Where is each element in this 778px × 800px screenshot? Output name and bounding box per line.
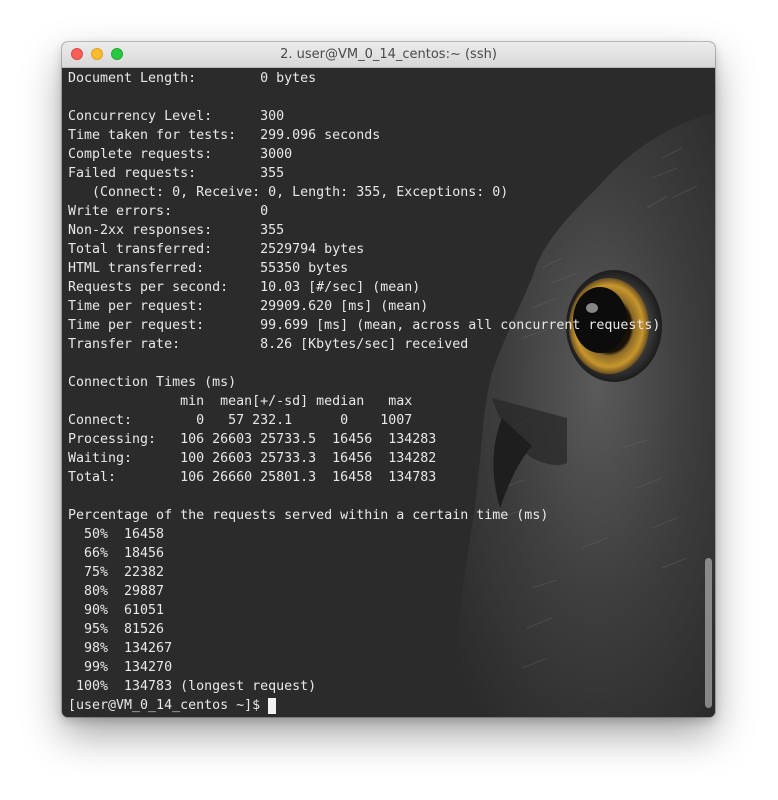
window-title: 2. user@VM_0_14_centos:~ (ssh) <box>280 47 497 62</box>
terminal-line: HTML transferred: 55350 bytes <box>68 261 349 276</box>
title-bar[interactable]: 2. user@VM_0_14_centos:~ (ssh) <box>62 42 715 68</box>
terminal-line: Document Length: 0 bytes <box>68 71 317 86</box>
shell-prompt: [user@VM_0_14_centos ~]$ <box>68 698 261 713</box>
shell-prompt-line[interactable]: [user@VM_0_14_centos ~]$ <box>68 696 660 715</box>
terminal-line: 80% 29887 <box>68 584 165 599</box>
terminal-line: 100% 134783 (longest request) <box>68 679 317 694</box>
terminal-line: (Connect: 0, Receive: 0, Length: 355, Ex… <box>68 185 509 200</box>
terminal-line: 50% 16458 <box>68 527 165 542</box>
text-cursor <box>268 697 277 714</box>
terminal-window: 2. user@VM_0_14_centos:~ (ssh) Document … <box>62 42 715 717</box>
terminal-line: Connection Times (ms) <box>68 375 237 390</box>
terminal-line: Failed requests: 355 <box>68 166 285 181</box>
terminal-line: Requests per second: 10.03 [#/sec] (mean… <box>68 280 421 295</box>
scrollbar[interactable] <box>705 558 712 708</box>
terminal-line: Complete requests: 3000 <box>68 147 293 162</box>
terminal-line: 98% 134267 <box>68 641 173 656</box>
terminal-line: Time per request: 29909.620 [ms] (mean) <box>68 299 429 314</box>
terminal-output: Document Length: 0 bytes Concurrency Leve… <box>68 69 660 715</box>
terminal-line: Concurrency Level: 300 <box>68 109 285 124</box>
terminal-line: 66% 18456 <box>68 546 165 561</box>
terminal-line: Percentage of the requests served within… <box>68 508 549 523</box>
terminal-line: 75% 22382 <box>68 565 165 580</box>
terminal-line: Non-2xx responses: 355 <box>68 223 285 238</box>
terminal-line: Transfer rate: 8.26 [Kbytes/sec] receive… <box>68 337 469 352</box>
terminal-line: Waiting: 100 26603 25733.3 16456 134282 <box>68 451 437 466</box>
terminal-line: Write errors: 0 <box>68 204 269 219</box>
terminal-line: Total transferred: 2529794 bytes <box>68 242 365 257</box>
terminal-line: Connect: 0 57 232.1 0 1007 <box>68 413 413 428</box>
terminal-line: 90% 61051 <box>68 603 165 618</box>
terminal-line: Total: 106 26660 25801.3 16458 134783 <box>68 470 437 485</box>
terminal-line: Processing: 106 26603 25733.5 16456 1342… <box>68 432 437 447</box>
terminal-line: Time taken for tests: 299.096 seconds <box>68 128 381 143</box>
terminal-line: min mean[+/-sd] median max <box>68 394 413 409</box>
terminal-line: 99% 134270 <box>68 660 173 675</box>
terminal-line: Time per request: 99.699 [ms] (mean, acr… <box>68 318 661 333</box>
terminal-area[interactable]: Document Length: 0 bytes Concurrency Leve… <box>62 68 715 717</box>
terminal-line: 95% 81526 <box>68 622 165 637</box>
